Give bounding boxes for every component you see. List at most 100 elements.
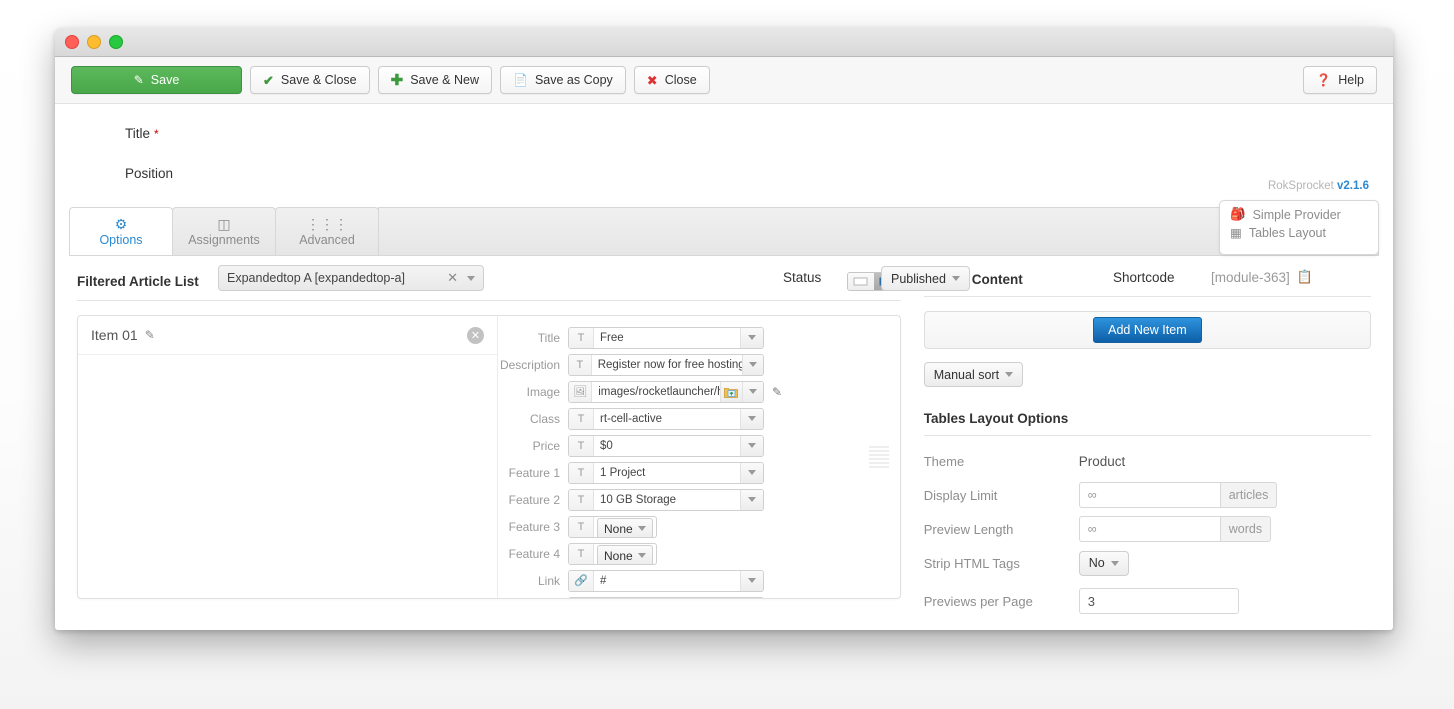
sort-mode-select[interactable]: Manual sort	[923, 362, 1024, 387]
save-and-new-label: Save & New	[410, 73, 479, 87]
layout-row[interactable]: ▦ Tables Layout	[1230, 225, 1378, 241]
option-label-strip-html: Strip HTML Tags	[923, 555, 1020, 571]
field-input-feature-1[interactable]: T 1 Project	[568, 461, 764, 484]
clipboard-icon[interactable]: 📋	[1297, 269, 1313, 285]
save-and-new-button[interactable]: ✚ Save & New	[377, 66, 492, 94]
edit-pencil-icon[interactable]: ✎	[145, 328, 155, 342]
clear-position-icon[interactable]: ✕	[447, 270, 458, 286]
required-marker: *	[154, 126, 159, 141]
chevron-down-icon	[748, 416, 756, 421]
save-and-close-label: Save & Close	[280, 73, 357, 87]
text-icon: T	[569, 327, 594, 348]
field-dropdown-link[interactable]	[740, 570, 763, 591]
field-input-feature-3[interactable]: T None	[568, 515, 657, 538]
filtered-article-list-heading-row: Filtered Article List	[77, 272, 901, 301]
article-item-card: Item 01 ✎ ✕ Title T Free Description T R…	[77, 315, 901, 599]
version-product-name: RokSprocket	[1267, 180, 1334, 192]
item-drag-handle[interactable]	[868, 444, 889, 471]
previews-per-page-input[interactable]: 3	[1078, 588, 1239, 614]
chevron-down-icon	[1005, 372, 1014, 377]
field-input-feature-4[interactable]: T None	[568, 542, 657, 565]
chevron-down-icon	[951, 276, 960, 281]
preview-length-group: ∞ words	[1078, 516, 1272, 542]
item-title-row: Item 01 ✎ ✕	[78, 316, 497, 355]
field-input-link[interactable]: 🔗 #	[568, 569, 764, 592]
status-label: Status	[783, 270, 822, 285]
position-select[interactable]: Expandedtop A [expandedtop-a] ✕	[218, 265, 484, 291]
field-value-title: Free	[600, 331, 624, 344]
list-view-button[interactable]	[847, 273, 874, 290]
display-limit-input[interactable]: ∞	[1078, 482, 1221, 508]
field-select-feature-4[interactable]: None	[597, 544, 653, 564]
version-number: v2.1.6	[1337, 180, 1369, 192]
field-row-price: Price T $0	[498, 432, 900, 459]
field-dropdown-image[interactable]	[741, 381, 763, 402]
save-and-close-button[interactable]: ✔ Save & Close	[250, 66, 370, 94]
field-input-image[interactable]: 🖼 images/rocketlauncher/ho	[568, 380, 764, 403]
save-as-copy-label: Save as Copy	[534, 73, 613, 87]
tab-options[interactable]: ⚙ Options	[69, 207, 173, 255]
field-dropdown-feature-2[interactable]	[740, 489, 763, 510]
tab-advanced[interactable]: ⋮⋮⋮ Advanced	[275, 207, 379, 255]
field-input-feature-2[interactable]: T 10 GB Storage	[568, 488, 764, 511]
chevron-down-icon	[1110, 560, 1119, 566]
text-icon: T	[569, 489, 594, 510]
item-name: Item 01	[91, 327, 138, 343]
chevron-down-icon	[637, 553, 646, 558]
provider-row[interactable]: 🎒 Simple Provider	[1230, 207, 1378, 222]
save-button[interactable]: ✎ Save	[71, 66, 242, 94]
chevron-down-icon	[748, 470, 756, 475]
field-value-link: #	[600, 574, 607, 587]
gear-icon: ⚙	[114, 215, 128, 232]
tables-layout-options-heading: Tables Layout Options	[923, 411, 1069, 426]
strip-html-select[interactable]: No	[1078, 550, 1129, 576]
field-input-link-text[interactable]: T Choose	[568, 596, 764, 598]
text-icon: T	[569, 354, 592, 375]
field-dropdown-price[interactable]	[740, 435, 763, 456]
preview-length-input[interactable]: ∞	[1078, 516, 1221, 542]
browse-folder-button[interactable]	[720, 381, 742, 402]
desktop-background: ✎ Save ✔ Save & Close ✚ Save & New 📄 Sav…	[0, 0, 1454, 709]
chevron-down-icon	[749, 362, 758, 367]
zoom-window-button[interactable]	[109, 35, 123, 49]
field-dropdown-link-text[interactable]	[740, 597, 763, 598]
chevron-down-icon	[748, 389, 757, 394]
provider-layout-box: 🎒 Simple Provider ▦ Tables Layout	[1219, 200, 1379, 255]
tab-assignments[interactable]: ◫ Assignments	[172, 207, 276, 255]
edit-image-icon[interactable]: ✎	[772, 385, 782, 399]
text-icon: T	[569, 435, 594, 456]
drag-line	[868, 458, 889, 460]
field-dropdown-title[interactable]	[740, 327, 763, 348]
field-row-class: Class T rt-cell-active	[498, 405, 900, 432]
save-as-copy-button[interactable]: 📄 Save as Copy	[500, 66, 626, 94]
close-circle-icon: ✖	[646, 72, 658, 88]
sliders-icon: ⋮⋮⋮	[306, 215, 348, 232]
text-icon: T	[569, 597, 594, 598]
chevron-down-icon	[748, 335, 756, 340]
field-value-description: Register now for free hosting fo	[597, 358, 743, 371]
tab-advanced-label: Advanced	[299, 232, 355, 247]
field-select-feature-3[interactable]: None	[597, 517, 653, 537]
previews-per-page-value: 3	[1087, 593, 1095, 609]
drag-line	[868, 462, 889, 464]
close-button[interactable]: ✖ Close	[633, 66, 710, 94]
field-input-price[interactable]: T $0	[568, 434, 764, 457]
field-dropdown-feature-1[interactable]	[740, 462, 763, 483]
minimize-window-button[interactable]	[87, 35, 101, 49]
field-input-class[interactable]: T rt-cell-active	[568, 407, 764, 430]
help-button[interactable]: ❓ Help	[1303, 66, 1377, 94]
field-input-title[interactable]: T Free	[568, 326, 764, 349]
chevron-down-icon	[637, 526, 646, 531]
field-dropdown-description[interactable]	[742, 354, 763, 375]
remove-item-button[interactable]: ✕	[467, 326, 484, 344]
add-new-item-label: Add New Item	[1108, 323, 1187, 337]
field-input-description[interactable]: T Register now for free hosting fo	[568, 353, 764, 376]
field-label-link: Link	[537, 573, 560, 588]
status-select[interactable]: Published	[881, 266, 970, 291]
field-label-feature-3: Feature 3	[508, 519, 560, 534]
shortcode-display: [module-363] 📋	[1211, 269, 1313, 285]
sort-mode-row: Manual sort	[923, 362, 1371, 387]
close-window-button[interactable]	[65, 35, 79, 49]
field-dropdown-class[interactable]	[740, 408, 763, 429]
add-new-item-button[interactable]: Add New Item	[1093, 317, 1202, 343]
